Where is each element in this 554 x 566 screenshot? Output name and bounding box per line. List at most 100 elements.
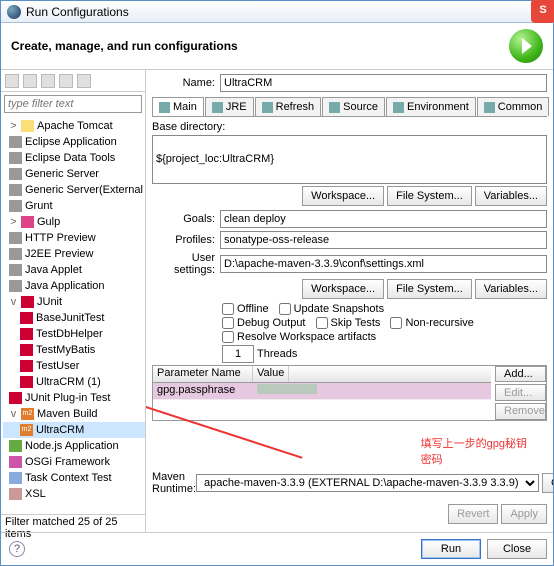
dialog-header: Create, manage, and run configurations: [1, 23, 553, 70]
workspace-button[interactable]: Workspace...: [302, 186, 384, 206]
variables-button-2[interactable]: Variables...: [475, 279, 547, 299]
skip-checkbox[interactable]: Skip Tests: [316, 317, 381, 329]
goals-input[interactable]: [220, 210, 547, 228]
tree-node[interactable]: HTTP Preview: [3, 230, 145, 246]
tab-refresh[interactable]: Refresh: [255, 97, 322, 116]
tree-node[interactable]: Generic Server: [3, 166, 145, 182]
revert-button[interactable]: Revert: [448, 504, 498, 524]
tree-label: JUnit Plug-in Test: [25, 392, 110, 404]
ime-logo: S: [531, 0, 554, 23]
tree-node[interactable]: TestDbHelper: [3, 326, 145, 342]
tree-node[interactable]: Node.js Application: [3, 438, 145, 454]
run-button[interactable]: Run: [421, 539, 481, 559]
cat-icon: [21, 120, 34, 132]
tree-node[interactable]: vm2Maven Build: [3, 406, 145, 422]
col-param: Parameter Name: [153, 366, 253, 382]
close-button[interactable]: Close: [487, 539, 547, 559]
tree-label: Gulp: [37, 216, 60, 228]
delete-icon[interactable]: [41, 74, 55, 88]
tree-node[interactable]: Eclipse Data Tools: [3, 150, 145, 166]
config-tree[interactable]: >Apache TomcatEclipse ApplicationEclipse…: [1, 116, 145, 514]
offline-checkbox[interactable]: Offline: [222, 303, 269, 315]
twisty-icon[interactable]: >: [9, 216, 18, 228]
tree-node[interactable]: > Gulp: [3, 214, 145, 230]
tree-node[interactable]: m2UltraCRM: [3, 422, 145, 438]
nonrec-checkbox[interactable]: Non-recursive: [390, 317, 473, 329]
twisty-icon[interactable]: v: [9, 408, 18, 420]
name-label: Name:: [152, 77, 220, 89]
tree-node[interactable]: Java Application: [3, 278, 145, 294]
basedir-input[interactable]: [152, 135, 547, 184]
tree-node[interactable]: XSL: [3, 486, 145, 502]
name-input[interactable]: [220, 74, 547, 92]
collapse-icon[interactable]: [59, 74, 73, 88]
tree-node[interactable]: >Apache Tomcat: [3, 118, 145, 134]
xs-icon: [9, 488, 22, 500]
tree-node[interactable]: Task Context Test: [3, 470, 145, 486]
tab-environment[interactable]: Environment: [386, 97, 476, 116]
tree-label: HTTP Preview: [25, 232, 96, 244]
tree-label: Java Applet: [25, 264, 82, 276]
filter-icon[interactable]: [77, 74, 91, 88]
ju-icon: [21, 296, 34, 308]
left-toolbar: [1, 70, 145, 92]
tree-node[interactable]: BaseJunitTest: [3, 310, 145, 326]
tab-jre[interactable]: JRE: [205, 97, 254, 116]
debug-checkbox[interactable]: Debug Output: [222, 317, 306, 329]
tree-node[interactable]: J2EE Preview: [3, 246, 145, 262]
header-title: Create, manage, and run configurations: [11, 39, 238, 53]
twisty-icon[interactable]: >: [9, 120, 18, 132]
profiles-input[interactable]: [220, 231, 547, 249]
tab-main[interactable]: Main: [152, 97, 204, 116]
tab-common[interactable]: Common: [477, 97, 550, 116]
filter-input[interactable]: [4, 95, 142, 113]
remove-button[interactable]: Remove: [495, 403, 546, 420]
configure-button[interactable]: Configure...: [542, 473, 553, 493]
param-cell: gpg.passphrase: [153, 383, 253, 399]
tree-label: Java Application: [25, 280, 105, 292]
help-icon[interactable]: ?: [9, 541, 25, 557]
table-row[interactable]: gpg.passphrase: [153, 383, 491, 400]
tab-bar: MainJRERefreshSourceEnvironmentCommon: [152, 97, 547, 117]
tree-node[interactable]: JUnit Plug-in Test: [3, 390, 145, 406]
masked-value: [257, 384, 317, 394]
duplicate-icon[interactable]: [23, 74, 37, 88]
threads-label: Threads: [257, 348, 297, 360]
gr-icon: [9, 152, 22, 164]
tab-source[interactable]: Source: [322, 97, 385, 116]
tree-node[interactable]: Grunt: [3, 198, 145, 214]
tree-label: XSL: [25, 488, 46, 500]
new-config-icon[interactable]: [5, 74, 19, 88]
tree-label: Generic Server(External: [25, 184, 143, 196]
usersettings-input[interactable]: [220, 255, 547, 273]
workspace-button-2[interactable]: Workspace...: [302, 279, 384, 299]
tree-node[interactable]: UltraCRM (1): [3, 374, 145, 390]
edit-button[interactable]: Edit...: [495, 384, 546, 401]
tc-icon: [9, 472, 22, 484]
add-button[interactable]: Add...: [495, 366, 546, 383]
os-icon: [9, 456, 22, 468]
resolve-checkbox[interactable]: Resolve Workspace artifacts: [222, 331, 376, 343]
filesystem-button[interactable]: File System...: [387, 186, 472, 206]
tab-icon: [262, 102, 273, 113]
tab-icon: [484, 102, 495, 113]
tree-node[interactable]: Generic Server(External: [3, 182, 145, 198]
filesystem-button-2[interactable]: File System...: [387, 279, 472, 299]
tree-node[interactable]: Eclipse Application: [3, 134, 145, 150]
threads-spinner[interactable]: [222, 345, 254, 363]
apply-button[interactable]: Apply: [501, 504, 547, 524]
variables-button[interactable]: Variables...: [475, 186, 547, 206]
tree-node[interactable]: OSGi Framework: [3, 454, 145, 470]
tree-label: TestUser: [36, 360, 79, 372]
tree-node[interactable]: Java Applet: [3, 262, 145, 278]
gl-icon: [21, 216, 34, 228]
tree-label: OSGi Framework: [25, 456, 110, 468]
m2-icon: m2: [20, 424, 33, 436]
maven-select[interactable]: apache-maven-3.3.9 (EXTERNAL D:\apache-m…: [196, 474, 539, 492]
tree-node[interactable]: vJUnit: [3, 294, 145, 310]
tree-node[interactable]: TestMyBatis: [3, 342, 145, 358]
tree-node[interactable]: TestUser: [3, 358, 145, 374]
update-checkbox[interactable]: Update Snapshots: [279, 303, 385, 315]
profiles-label: Profiles:: [152, 234, 220, 246]
twisty-icon[interactable]: v: [9, 296, 18, 308]
